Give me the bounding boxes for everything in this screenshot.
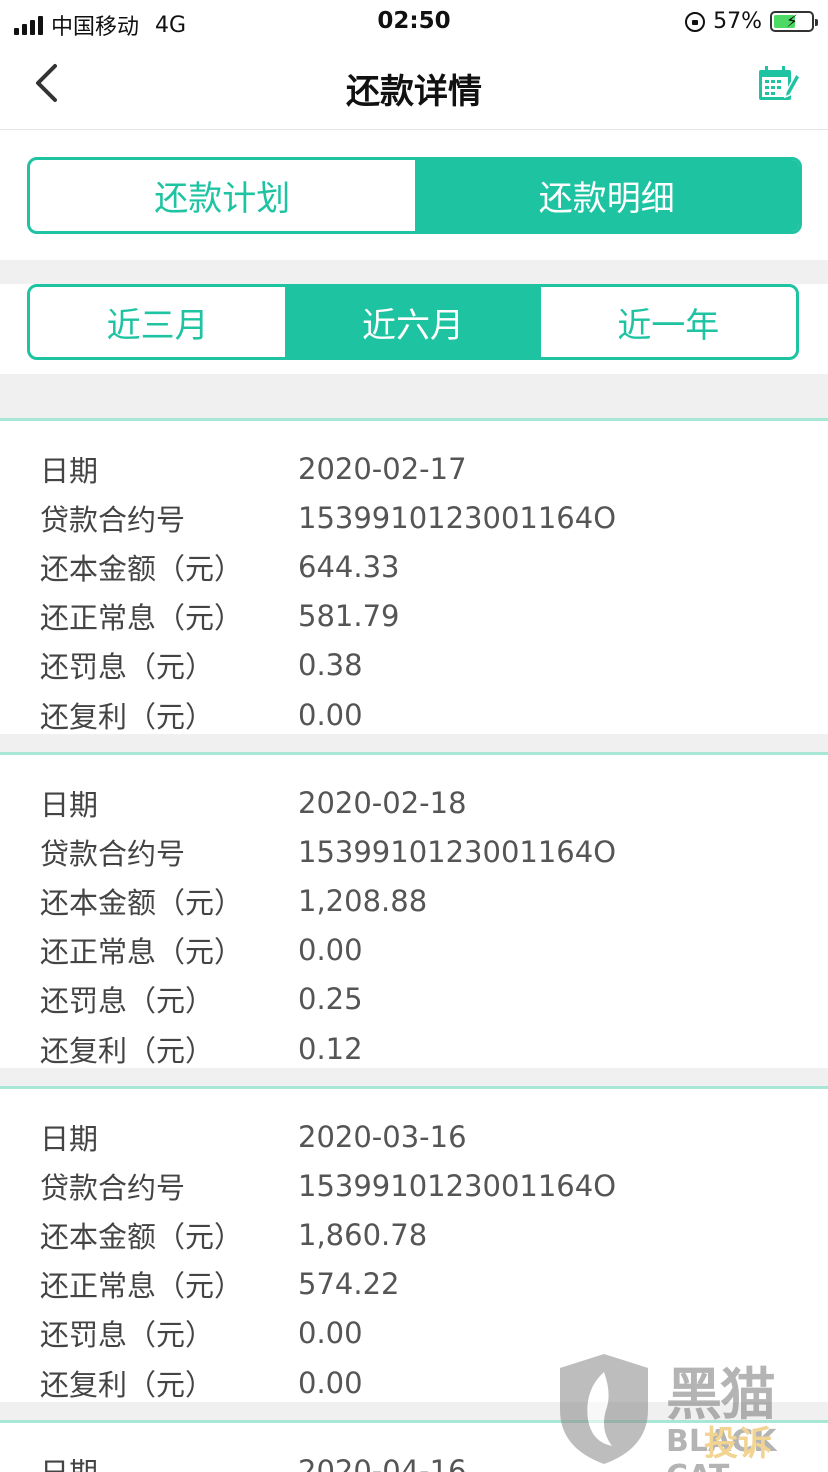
status-right: 57% ⚡: [685, 9, 818, 34]
field-value: 1539910123001164O: [298, 834, 617, 869]
tab-bar-wrap: 还款计划 还款明细: [0, 130, 828, 260]
field-value: 581.79: [298, 599, 400, 634]
repayment-record: 日期 2020-02-17 贷款合约号 1539910123001164O 还本金额…: [0, 418, 828, 752]
field-label: 还罚息（元）: [40, 650, 215, 685]
field-value: 0.12: [298, 1031, 363, 1066]
field-label: 还正常息（元）: [40, 1269, 244, 1304]
period-six-months[interactable]: 近六月: [285, 287, 541, 357]
field-value: 0.00: [298, 697, 363, 732]
separator: [0, 374, 828, 418]
field-value: 644.33: [298, 549, 400, 584]
separator: [0, 260, 828, 284]
field-value: 1,860.78: [298, 1217, 428, 1252]
period-three-months[interactable]: 近三月: [30, 287, 285, 357]
field-value: 1539910123001164O: [298, 500, 617, 535]
field-value: 0.38: [298, 648, 363, 683]
field-value: 2020-02-17: [298, 451, 467, 486]
field-value: 574.22: [298, 1267, 400, 1302]
field-value: 2020-03-16: [298, 1119, 467, 1154]
charging-icon: ⚡: [786, 12, 798, 32]
record-row-contract: 贷款合约号 1539910123001164O: [0, 493, 828, 542]
field-label: 日期: [0, 1450, 298, 1472]
field-value: 2020-04-16: [298, 1453, 467, 1472]
record-row-contract: 贷款合约号 1539910123001164O: [0, 827, 828, 876]
field-label: 还复利（元）: [40, 699, 215, 734]
battery-icon: ⚡: [770, 11, 818, 32]
field-label: 贷款合约号: [40, 502, 186, 537]
repayment-record-list: 日期 2020-02-17 贷款合约号 1539910123001164O 还本金额…: [0, 418, 828, 1472]
battery-percent: 57%: [713, 9, 762, 34]
tab-repayment-detail[interactable]: 还款明细: [414, 160, 799, 231]
separator: [0, 734, 828, 752]
orientation-lock-icon: [685, 11, 706, 32]
record-row-contract: 贷款合约号 1539910123001164O: [0, 1161, 828, 1210]
field-value: 0.00: [298, 1365, 363, 1400]
watermark-logo: 黑猫 BLACK CAT 投诉: [554, 1350, 822, 1472]
field-label: 还本金额（元）: [40, 551, 244, 586]
separator: [0, 1068, 828, 1086]
field-label: 还复利（元）: [40, 1367, 215, 1402]
field-label: 贷款合约号: [40, 1170, 186, 1205]
record-row-date: 日期 2020-02-17: [0, 444, 828, 493]
record-row-principal: 还本金额（元） 644.33: [0, 542, 828, 591]
field-label: 日期: [40, 787, 99, 822]
record-row-penalty: 还罚息（元） 0.25: [0, 975, 828, 1024]
field-value: 0.00: [298, 933, 363, 968]
field-value: 2020-02-18: [298, 785, 467, 820]
field-value: 0.25: [298, 982, 363, 1017]
record-row-compound: 还复利（元） 0.12: [0, 1024, 828, 1073]
record-row-penalty: 还罚息（元） 0.38: [0, 641, 828, 690]
record-row-date: 日期 2020-02-18: [0, 778, 828, 827]
field-label: 还罚息（元）: [40, 1318, 215, 1353]
record-row-interest: 还正常息（元） 574.22: [0, 1260, 828, 1309]
tab-bar: 还款计划 还款明细: [27, 157, 802, 234]
repayment-record: 日期 2020-02-18 贷款合约号 1539910123001164O 还本金额…: [0, 752, 828, 1086]
field-label: 日期: [40, 1121, 99, 1156]
record-divider: [0, 1086, 828, 1089]
record-row-principal: 还本金额（元） 1,208.88: [0, 876, 828, 925]
record-row-date: 日期 2020-03-16: [0, 1112, 828, 1161]
watermark-subtext: 投诉: [704, 1424, 772, 1464]
record-divider: [0, 418, 828, 421]
tab-repayment-plan[interactable]: 还款计划: [30, 160, 415, 231]
nav-bar: 还款详情: [0, 44, 828, 130]
record-divider: [0, 752, 828, 755]
calendar-button[interactable]: [756, 62, 801, 106]
period-filter-wrap: 近三月 近六月 近一年: [0, 284, 828, 374]
field-label: 贷款合约号: [40, 836, 186, 871]
page-title: 还款详情: [346, 72, 482, 112]
field-label: 还正常息（元）: [40, 935, 244, 970]
shield-cat-icon: [560, 1354, 648, 1464]
period-filter: 近三月 近六月 近一年: [27, 284, 799, 360]
status-bar: 中国移动 4G 02:50 57% ⚡: [0, 0, 828, 44]
record-row-interest: 还正常息（元） 581.79: [0, 592, 828, 641]
record-row-interest: 还正常息（元） 0.00: [0, 926, 828, 975]
field-label: 日期: [40, 453, 99, 488]
field-value: 1539910123001164O: [298, 1168, 617, 1203]
field-label: 还复利（元）: [40, 1033, 215, 1068]
period-one-year[interactable]: 近一年: [541, 287, 796, 357]
field-value: 0.00: [298, 1316, 363, 1351]
field-value: 1,208.88: [298, 883, 428, 918]
record-row-principal: 还本金额（元） 1,860.78: [0, 1210, 828, 1259]
field-label: 还罚息（元）: [40, 984, 215, 1019]
field-label: 还正常息（元）: [40, 601, 244, 636]
field-label: 还本金额（元）: [40, 885, 244, 920]
calendar-edit-icon: [759, 66, 801, 100]
record-row-compound: 还复利（元） 0.00: [0, 690, 828, 739]
field-label: 还本金额（元）: [40, 1219, 244, 1254]
